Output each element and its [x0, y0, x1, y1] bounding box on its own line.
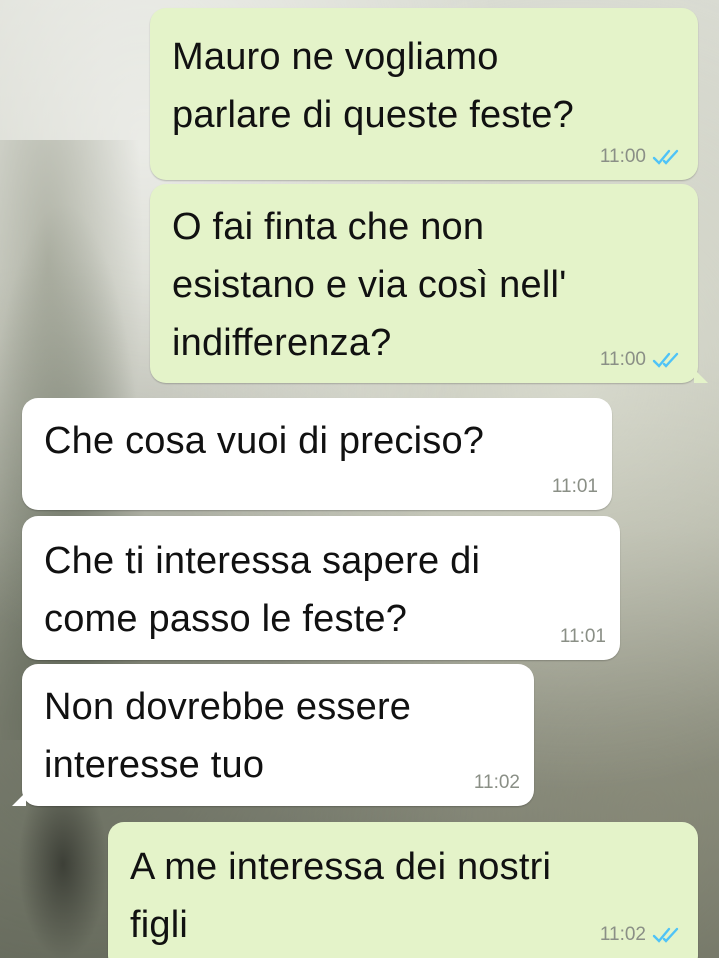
message-meta: 11:01	[560, 626, 606, 648]
message-time: 11:01	[559, 626, 606, 647]
message-text: Non dovrebbe essere interesse tuo	[44, 686, 412, 786]
message-meta: 11:02	[600, 924, 684, 946]
message-text: Che cosa vuoi di preciso?	[44, 420, 485, 462]
message-time: 11:02	[599, 924, 646, 945]
read-ticks-icon	[652, 927, 679, 943]
message-text: A me interessa dei nostri figli	[130, 846, 552, 946]
read-ticks-icon	[652, 149, 679, 165]
message-bubble-outgoing[interactable]: A me interessa dei nostri figli 11:02	[108, 822, 698, 958]
message-bubble-outgoing[interactable]: Mauro ne vogliamo parlare di queste fest…	[150, 8, 698, 180]
message-meta: 11:01	[552, 476, 598, 498]
message-time: 11:01	[551, 476, 598, 497]
message-bubble-incoming[interactable]: Che cosa vuoi di preciso? 11:01	[22, 398, 612, 510]
message-text: O fai finta che non esistano e via così …	[172, 206, 567, 364]
wallpaper-figure	[18, 800, 108, 958]
message-text: Che ti interessa sapere di come passo le…	[44, 540, 481, 640]
message-meta: 11:00	[600, 146, 684, 168]
read-ticks-icon	[652, 352, 679, 368]
message-bubble-incoming[interactable]: Non dovrebbe essere interesse tuo 11:02	[12, 664, 534, 806]
message-time: 11:00	[599, 349, 646, 370]
message-time: 11:00	[599, 146, 646, 167]
message-bubble-outgoing[interactable]: O fai finta che non esistano e via così …	[150, 184, 708, 383]
message-meta: 11:02	[474, 772, 520, 794]
bubble-tail	[694, 369, 708, 383]
message-meta: 11:00	[600, 349, 684, 371]
message-time: 11:02	[473, 772, 520, 793]
message-text: Mauro ne vogliamo parlare di queste fest…	[172, 36, 574, 136]
message-bubble-incoming[interactable]: Che ti interessa sapere di come passo le…	[22, 516, 620, 660]
bubble-tail	[12, 792, 26, 806]
